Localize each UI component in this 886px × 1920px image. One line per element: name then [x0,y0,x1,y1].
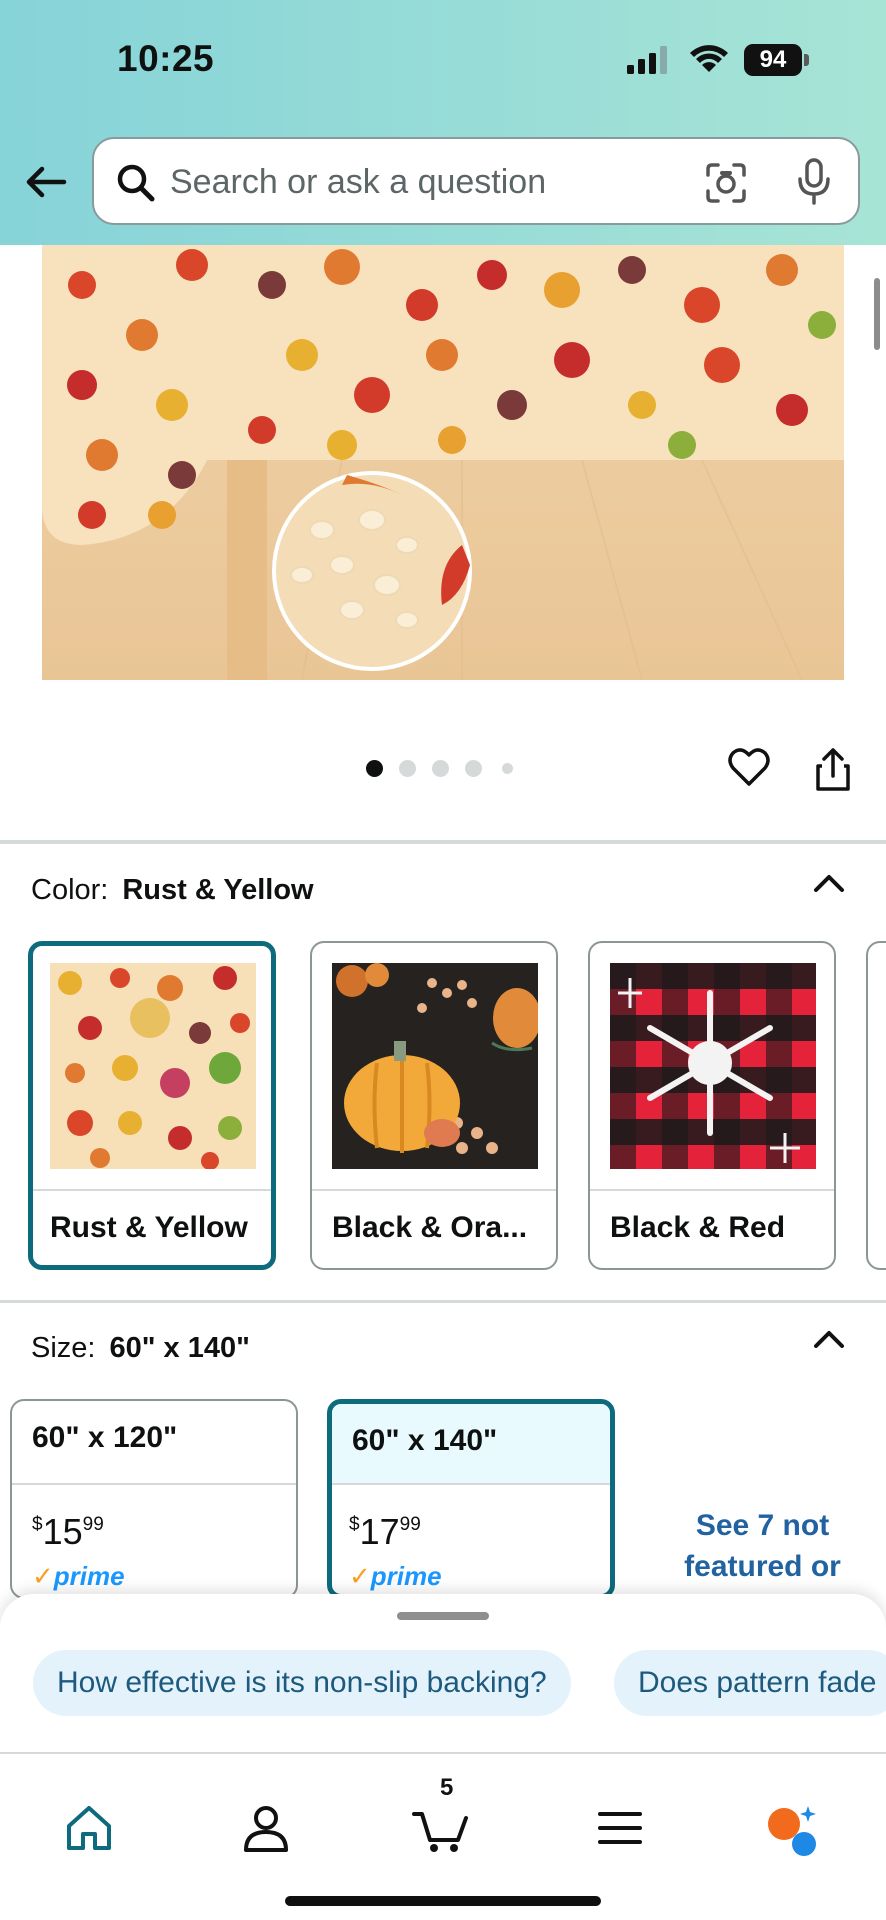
swatch-image [50,963,256,1169]
color-selected-value: Rust & Yellow [122,874,314,906]
color-option-black-orange[interactable]: Black & Ora... [310,941,558,1270]
pagination-dot[interactable] [399,760,416,777]
cellular-signal-icon [627,46,667,74]
size-option-price: $1599 [32,1511,104,1552]
question-chip[interactable]: How effective is its non-slip backing? [33,1650,571,1716]
chevron-up-icon[interactable] [812,1328,846,1350]
search-bar[interactable]: Search or ask a question [92,137,860,225]
prime-badge: ✓prime [349,1561,442,1591]
search-input[interactable]: Search or ask a question [170,163,546,202]
section-divider [0,840,886,844]
color-option-name: Rust & Yellow [50,1211,248,1244]
share-icon[interactable] [814,746,852,792]
pagination-dot[interactable] [502,763,513,774]
cart-count: 5 [440,1774,454,1801]
search-icon [117,164,155,202]
swatch-image [332,963,538,1169]
home-indicator [285,1896,601,1906]
color-label-text: Color: [31,874,109,906]
account-icon[interactable] [240,1802,292,1854]
size-option-price: $1799 [349,1511,421,1552]
menu-icon[interactable] [594,1802,646,1854]
question-chip[interactable]: Does pattern fade [614,1650,886,1716]
color-option-rust-yellow[interactable]: Rust & Yellow [28,941,276,1270]
bottom-tab-bar: 5 [0,1752,886,1920]
cart-icon[interactable] [412,1802,470,1854]
see-more-sizes-link[interactable]: See 7 not featured or [640,1505,885,1587]
size-option-60x140[interactable]: 60" x 140" $1799 ✓prime [327,1399,615,1599]
swatch-image [610,963,816,1169]
size-label: Size: 60" x 140" [31,1332,250,1365]
color-option-name: Black & Red [610,1211,786,1244]
back-arrow-icon[interactable] [22,158,70,206]
battery-level: 94 [744,44,802,76]
prime-badge: ✓prime [32,1561,125,1591]
pagination-dot[interactable] [432,760,449,777]
battery-icon: 94 [744,44,810,76]
scroll-indicator[interactable] [874,278,880,350]
heart-icon[interactable] [727,746,771,788]
color-option-more[interactable] [866,941,886,1270]
section-divider [0,1300,886,1303]
color-option-name: Black & Ora... [332,1211,528,1244]
status-time: 10:25 [117,38,215,79]
wifi-icon [690,45,728,72]
size-label-text: Size: [31,1332,96,1364]
size-option-60x120[interactable]: 60" x 120" $1599 ✓prime [10,1399,298,1599]
size-option-name: 60" x 120" [32,1421,178,1454]
microphone-icon[interactable] [796,157,832,207]
size-option-name: 60" x 140" [352,1424,498,1457]
chevron-up-icon[interactable] [812,872,846,894]
camera-lens-icon[interactable] [704,161,748,205]
color-label: Color: Rust & Yellow [31,874,314,907]
color-option-black-red[interactable]: Black & Red [588,941,836,1270]
product-image[interactable] [42,245,844,680]
header: 10:25 94 Search or ask a question [0,0,886,245]
size-selected-value: 60" x 140" [109,1332,250,1364]
ask-rufus-sheet[interactable]: How effective is its non-slip backing? D… [0,1594,886,1754]
pagination-dot-active[interactable] [366,760,383,777]
home-icon[interactable] [63,1802,115,1854]
pagination-dot[interactable] [465,760,482,777]
rufus-icon[interactable] [764,1802,820,1858]
sheet-drag-handle[interactable] [397,1612,489,1620]
